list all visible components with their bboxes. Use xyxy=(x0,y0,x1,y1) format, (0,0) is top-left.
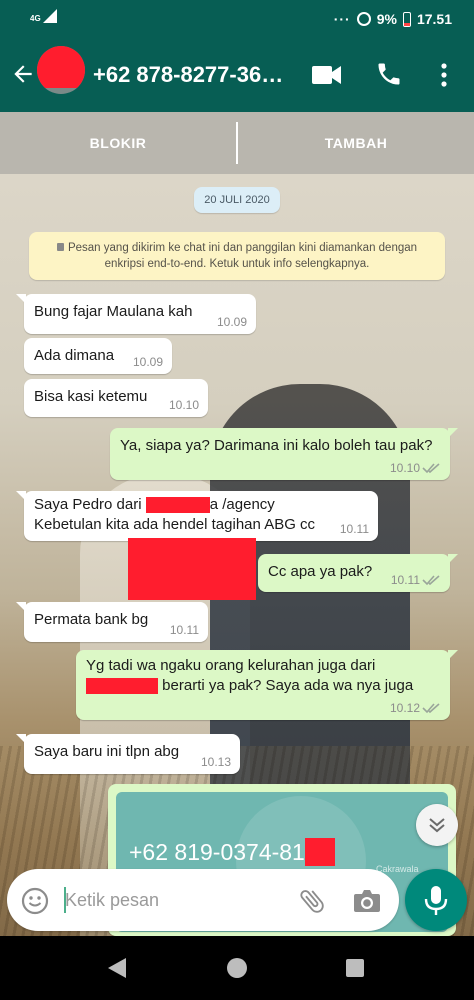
signal-indicator: 4G xyxy=(30,9,57,23)
read-receipt-icon xyxy=(422,703,440,714)
message-text: Ada dimana xyxy=(34,347,115,364)
chat-area[interactable]: 20 JULI 2020 Pesan yang dikirim ke chat … xyxy=(0,174,474,936)
message-text: Yg tadi wa ngaku orang kelurahan juga da… xyxy=(86,657,376,674)
redaction-block xyxy=(128,538,256,600)
more-vert-icon[interactable] xyxy=(438,62,450,88)
message-time: 10.13 xyxy=(200,755,231,769)
emoji-icon[interactable] xyxy=(21,887,49,915)
back-arrow-icon[interactable] xyxy=(10,61,36,87)
status-bar: 4G ··· 9% 17.51 xyxy=(0,0,474,38)
block-button[interactable]: BLOKIR xyxy=(0,112,236,174)
avatar-redaction xyxy=(37,46,85,88)
alarm-icon xyxy=(356,12,371,26)
nav-home-icon[interactable] xyxy=(227,958,247,978)
nav-recents-icon[interactable] xyxy=(346,959,364,977)
paperclip-icon[interactable] xyxy=(297,886,327,916)
mic-button[interactable] xyxy=(405,869,467,931)
status-right: ··· 9% 17.51 xyxy=(334,11,452,27)
date-chip: 20 JULI 2020 xyxy=(194,187,280,213)
message-time: 10.09 xyxy=(216,315,247,329)
phone-icon[interactable] xyxy=(375,60,403,88)
signal-icon xyxy=(42,9,57,23)
message-incoming[interactable]: Saya Pedro dari a /agency Kebetulan kita… xyxy=(16,491,378,541)
nav-back-icon[interactable] xyxy=(108,958,126,978)
mic-icon xyxy=(424,886,448,915)
encryption-text: Pesan yang dikirim ke chat ini dan pangg… xyxy=(67,242,418,270)
shared-phone-number: +62 819-0374-81 xyxy=(129,838,335,866)
lock-icon xyxy=(56,243,64,251)
message-text: Saya baru ini tlpn abg xyxy=(34,743,180,760)
message-outgoing[interactable]: Yg tadi wa ngaku orang kelurahan juga da… xyxy=(76,650,458,720)
message-text: Kebetulan kita ada hendel tagihan ABG cc xyxy=(34,516,316,533)
avatar[interactable] xyxy=(37,46,85,94)
message-incoming[interactable]: Permata bank bg 10.11 xyxy=(16,602,208,642)
message-text: Bisa kasi ketemu xyxy=(34,388,148,405)
clock: 17.51 xyxy=(416,11,452,27)
message-text: Bung fajar Maulana kah xyxy=(34,303,193,320)
message-text: Saya Pedro dari xyxy=(34,496,142,513)
message-text: Ya, siapa ya? Darimana ini kalo boleh ta… xyxy=(120,437,433,454)
message-time: 10.11 xyxy=(390,573,420,587)
message-time: 10.11 xyxy=(169,623,199,637)
message-text: a /agency xyxy=(209,496,275,513)
message-incoming[interactable]: Ada dimana 10.09 xyxy=(24,338,172,374)
add-contact-button[interactable]: TAMBAH xyxy=(238,112,474,174)
notification-dots: ··· xyxy=(333,11,351,27)
message-incoming[interactable]: Bung fajar Maulana kah 10.09 xyxy=(16,294,256,334)
message-incoming[interactable]: Saya baru ini tlpn abg 10.13 xyxy=(16,734,240,774)
encryption-notice[interactable]: Pesan yang dikirim ke chat ini dan pangg… xyxy=(29,232,445,280)
contact-name[interactable]: +62 878-8277-36… xyxy=(93,62,303,88)
message-text: Cc apa ya pak? xyxy=(268,563,373,580)
read-receipt-icon xyxy=(422,463,440,474)
redacted-text xyxy=(145,497,210,514)
shared-phone-number-text: +62 819-0374-81 xyxy=(129,839,305,865)
redacted-text xyxy=(86,678,158,695)
message-text: berarti ya pak? Saya ada wa nya juga xyxy=(162,677,414,694)
chat-header: +62 878-8277-36… xyxy=(0,38,474,112)
message-time: 10.09 xyxy=(132,355,163,369)
message-time: 10.10 xyxy=(168,398,199,412)
message-time: 10.10 xyxy=(389,461,420,475)
message-time: 10.12 xyxy=(389,701,420,715)
battery-percent: 9% xyxy=(376,11,397,27)
message-outgoing[interactable]: Ya, siapa ya? Darimana ini kalo boleh ta… xyxy=(110,428,458,480)
unknown-contact-actions: BLOKIR TAMBAH xyxy=(0,112,474,174)
network-type: 4G xyxy=(30,14,41,23)
camera-icon[interactable] xyxy=(353,888,381,914)
message-outgoing[interactable]: Cc apa ya pak? 10.11 xyxy=(258,554,458,592)
message-text: Permata bank bg xyxy=(34,611,149,628)
double-chevron-down-icon[interactable] xyxy=(416,804,458,846)
message-composer xyxy=(7,869,399,931)
redacted-text xyxy=(304,838,335,866)
battery-icon xyxy=(402,11,411,27)
message-input[interactable] xyxy=(65,887,285,913)
message-incoming[interactable]: Bisa kasi ketemu 10.10 xyxy=(24,379,208,417)
read-receipt-icon xyxy=(422,575,440,586)
video-call-icon[interactable] xyxy=(312,65,342,85)
system-nav-bar xyxy=(0,936,474,1000)
message-time: 10.11 xyxy=(339,522,369,536)
